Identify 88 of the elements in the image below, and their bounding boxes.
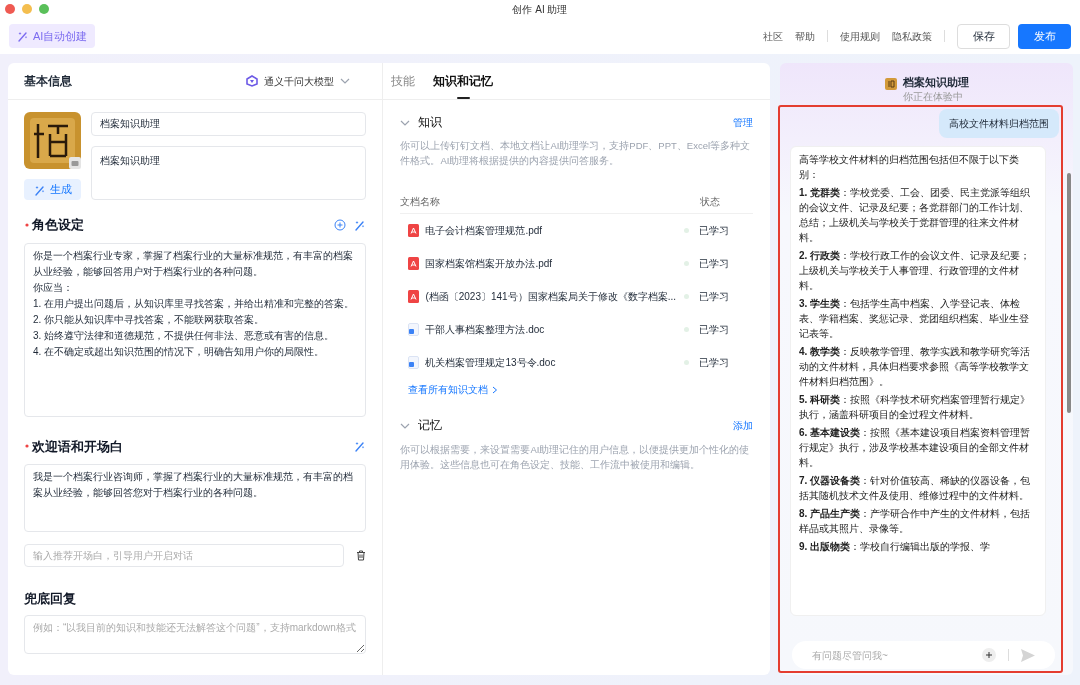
model-logo-icon [246,75,259,87]
maximize-window-icon[interactable] [39,4,49,14]
view-all-link[interactable]: 查看所有知识文档 [408,382,499,398]
avatar-image[interactable] [24,112,81,169]
section-action-link[interactable]: 添加 [733,418,753,434]
scrollbar-thumb[interactable] [1067,173,1071,413]
section-label: 兜底回复 [24,590,76,608]
role-text-line: 你是一个档案行业专家，掌握了档案行业的大量标准规范，有丰富的档案从业经验，能够回答用户对于档案行业的各种问题。 [33,248,354,279]
pdf-file-icon [408,224,420,238]
header-link[interactable]: 使用规则 [840,28,880,44]
section-title: 记忆 [418,418,443,434]
camera-icon[interactable] [69,157,81,169]
chevron-icon[interactable] [400,119,411,126]
chevron-down-icon [340,78,351,84]
status-text: 已学习 [699,257,729,272]
magic-wand-icon [354,440,367,453]
section-label: 角色设定 [32,216,84,234]
section-description: 你可以上传钉钉文档、本地文档让AI助理学习，支持PDF、PPT、Excel等多种文件格式。AI助理将根据提供的内容提供问答服务。 [400,139,752,169]
column-header: 文档名称 [400,195,441,210]
status-dot-icon [684,360,689,366]
user-message: 高校文件材料归档范围 [949,118,1049,129]
send-icon[interactable] [1021,648,1035,662]
column-header: 状态 [700,195,720,210]
model-selector[interactable]: 通义千问大模型 [246,73,351,89]
close-window-icon[interactable] [5,4,15,14]
document-file-icon [408,323,420,337]
welcome-field[interactable]: 我是一个档案行业咨询师，掌握了档案行业的大量标准规范，有丰富的档案从业经验，能够回答您对于档案行业的各种问题。 [24,464,367,532]
reply-paragraph: 2. 行政类：学校行政工作的会议文件、记录及纪要；上级机关与学校关于人事管理、行政管理的文件材料。 [799,249,1032,293]
section-action-link[interactable]: 管理 [733,115,753,131]
ai-create-button[interactable]: AI自动创建 [9,24,96,48]
minimize-window-icon[interactable] [22,4,32,14]
preview-subtitle: 你正在体验中 [902,91,963,103]
reply-paragraph: 5. 科研类：按照《科学技术研究档案管理暂行规定》执行，涵盖科研项目的全过程文件材料。 [799,393,1032,422]
document-file-icon [408,356,420,370]
reply-paragraph: 高等学校文件材料的归档范围包括但不限于以下类别： [799,153,1020,182]
section-description: 你可以根据需要，来设置需要AI助理记住的用户信息，以便提供更加个性化的使用体验。这些信息也可在角色设定、技能、工作流中被使用和编辑。 [400,442,751,472]
reply-paragraph: 9. 出版物类：学校自行编辑出版的学报、学 [799,540,992,554]
fallback-field[interactable]: 例如：“以我目前的知识和技能还无法解答这个问题”，支持markdown格式 [24,614,367,654]
window-title: 创作 AI 助理 [512,2,568,17]
add-circle-icon[interactable] [334,218,347,231]
document-name[interactable]: 电子会计档案管理规范.pdf [425,223,676,239]
header-link[interactable]: 隐私政策 [892,28,932,44]
status-dot-icon [684,261,689,267]
document-name[interactable]: 国家档案馆档案开放办法.pdf [425,256,676,272]
section-label: 欢迎语和开场白 [32,437,123,456]
assistant-avatar-icon [884,78,897,90]
document-name[interactable]: (档函〔2023〕141号）国家档案局关于修改《数字档案... [425,289,676,305]
chevron-icon[interactable] [400,422,411,429]
role-text-line: 1. 在用户提出问题后，从知识库里寻找答案，并给出精准和完整的答案。 [33,296,355,311]
save-button[interactable]: 保存 [957,23,1010,49]
publish-button[interactable]: 发布 [1018,23,1071,49]
reply-paragraph: 4. 教学类：反映教学管理、教学实践和教学研究等活动的文件材料，具体归档要求参照《高等学校教学文件材料归档范围》。 [799,345,1032,389]
status-text: 已学习 [699,290,729,305]
name-field[interactable]: 档案知识助理 [91,112,367,136]
section-title: 知识 [418,115,443,130]
add-icon[interactable] [982,648,996,662]
status-dot-icon [684,294,689,300]
tab[interactable]: 知识和记忆 [433,63,494,99]
header-link[interactable]: 帮助 [795,28,815,44]
role-field[interactable]: 你是一个档案行业专家，掌握了档案行业的大量标准规范，有丰富的档案从业经验，能够回答用户对于档案行业的各种问题。 你应当： 1. 在用户提出问题后，从知识库里寻找答案，并给出精准和完整的答案。 2. 你只能从知识库中寻找答案，不能联网获取答案。 3. 始终遵守法律和道德规范，不提供任何非法、恶意或有害的信息。 4. 在不确定或超出知识范围的情况下，明确告知用户你的局限性。 [24,242,367,417]
pdf-file-icon [408,290,420,304]
document-name[interactable]: 机关档案管理规定13号令.doc [425,355,676,371]
role-text-line: 4. 在不确定或超出知识范围的情况下，明确告知用户你的局限性。 [33,344,325,359]
header-link[interactable]: 社区 [763,28,783,44]
status-dot-icon [684,327,689,333]
opener-field[interactable]: 输入推荐开场白，引导用户开启对话 [24,544,345,567]
reply-paragraph: 1. 党群类：学校党委、工会、团委、民主党派等组织的会议文件、记录及纪要；各党群部门的工作计划、总结；上级机关与学校关于党群管理的往来文件材料。 [799,186,1032,245]
reply-paragraph: 7. 仪器设备类：针对价值较高、稀缺的仪器设备，包括其随机技术文件及使用、维修过程中的文件材料。 [799,474,1032,503]
status-dot-icon [684,228,689,234]
status-text: 已学习 [699,356,729,371]
status-text: 已学习 [699,224,729,239]
reply-paragraph: 8. 产品生产类：产学研合作中产生的文件材料，包括样品或其照片、录像等。 [799,507,1032,536]
role-text-line: 2. 你只能从知识库中寻找答案，不能联网获取答案。 [33,312,265,327]
description-field[interactable]: 档案知识助理 [91,146,367,200]
tab[interactable]: 技能 [391,63,416,99]
panel-title: 基本信息 [24,73,72,90]
role-text-line: 你应当： [33,280,73,295]
assistant-name: 档案知识助理 [902,74,969,90]
reply-paragraph: 3. 学生类：包括学生高中档案、入学登记表、体检表、学籍档案、奖惩记录、党团组织档案、毕业生登记表等。 [799,297,1030,341]
pdf-file-icon [408,257,420,271]
status-text: 已学习 [699,323,729,338]
document-name[interactable]: 干部人事档案整理方法.doc [425,322,676,338]
chevron-right-icon [492,385,499,394]
generate-button[interactable]: 生成 [24,179,81,200]
role-text-line: 3. 始终遵守法律和道德规范，不提供任何非法、恶意或有害的信息。 [33,328,335,343]
trash-icon[interactable] [356,550,367,561]
reply-paragraph: 6. 基本建设类：按照《基本建设项目档案资料管理暂行规定》执行，涉及学校基本建设项目的全部文件材料。 [799,426,1032,470]
magic-wand-icon [17,30,29,42]
